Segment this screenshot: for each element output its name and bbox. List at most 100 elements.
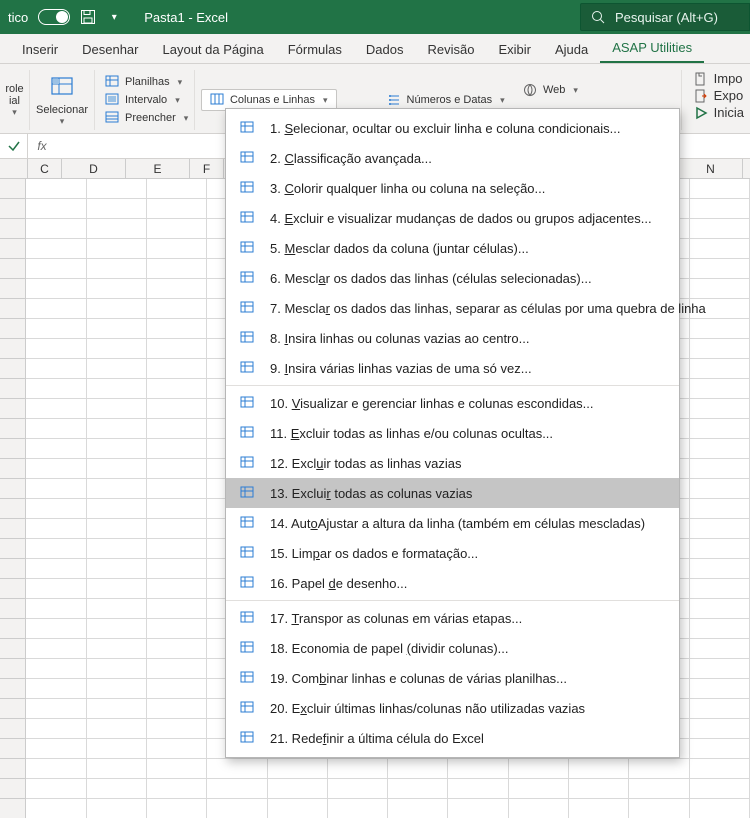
menu-item-label: 8. Insira linhas ou colunas vazias ao ce… [270,331,529,346]
menu-item-21[interactable]: 21. Redefinir a última célula do Excel [226,723,679,753]
numeros-datas-button[interactable]: Números e Datas▾ [383,91,509,109]
menu-item-label: 5. Mesclar dados da coluna (juntar célul… [270,241,529,256]
menu-item-icon [238,149,256,167]
menu-item-4[interactable]: 4. Excluir e visualizar mudanças de dado… [226,203,679,233]
select-icon [48,74,76,102]
tab-layout[interactable]: Layout da Página [151,36,276,63]
menu-item-icon [238,454,256,472]
menu-item-label: 9. Insira várias linhas vazias de uma só… [270,361,532,376]
col-head[interactable]: N [679,159,743,178]
menu-item-icon [238,669,256,687]
autosave-label: tico [8,10,28,25]
menu-item-2[interactable]: 2. Classificação avançada... [226,143,679,173]
menu-item-13[interactable]: 13. Excluir todas as colunas vazias [226,478,679,508]
menu-item-label: 3. Colorir qualquer linha ou coluna na s… [270,181,545,196]
grid-row [0,759,750,779]
menu-item-icon [238,269,256,287]
tab-dados[interactable]: Dados [354,36,416,63]
menu-item-label: 20. Excluir últimas linhas/colunas não u… [270,701,585,716]
menu-item-label: 7. Mesclar os dados das linhas, separar … [270,301,706,316]
formula-accept[interactable] [0,134,28,158]
menu-item-1[interactable]: 1. Selecionar, ocultar ou excluir linha … [226,113,679,143]
menu-item-label: 1. Selecionar, ocultar ou excluir linha … [270,121,621,136]
sheets-icon [105,75,119,89]
tab-exibir[interactable]: Exibir [486,36,543,63]
menu-item-icon [238,729,256,747]
ribbon-right-group: Impo Expo Inicia [681,70,750,130]
ribbon-group-vision[interactable]: roleial ▾ [0,70,30,130]
menu-item-7[interactable]: 7. Mesclar os dados das linhas, separar … [226,293,679,323]
tab-desenhar[interactable]: Desenhar [70,36,150,63]
menu-item-icon [238,209,256,227]
selecionar-label: Selecionar [36,104,88,116]
menu-item-8[interactable]: 8. Insira linhas ou colunas vazias ao ce… [226,323,679,353]
menu-item-10[interactable]: 10. Visualizar e gerenciar linhas e colu… [226,388,679,418]
menu-separator [226,600,679,601]
menu-item-label: 14. AutoAjustar a altura da linha (també… [270,516,645,531]
numbers-icon [387,93,401,107]
menu-item-14[interactable]: 14. AutoAjustar a altura da linha (també… [226,508,679,538]
menu-item-icon [238,514,256,532]
col-head[interactable]: F [190,159,224,178]
web-button[interactable]: Web▾ [519,81,582,99]
grid-row [0,799,750,818]
menu-item-label: 17. Transpor as colunas em várias etapas… [270,611,522,626]
menu-item-label: 19. Combinar linhas e colunas de várias … [270,671,567,686]
web-icon [523,83,537,97]
menu-item-12[interactable]: 12. Excluir todas as linhas vazias [226,448,679,478]
menu-item-icon [238,239,256,257]
search-box[interactable]: Pesquisar (Alt+G) [580,3,750,31]
menu-item-label: 2. Classificação avançada... [270,151,432,166]
import-button[interactable]: Impo [692,70,746,87]
save-icon[interactable] [80,9,96,25]
menu-item-11[interactable]: 11. Excluir todas as linhas e/ou colunas… [226,418,679,448]
col-head[interactable]: E [126,159,190,178]
menu-item-icon [238,574,256,592]
start-button[interactable]: Inicia [692,104,746,121]
fx-label[interactable]: fx [28,139,56,153]
import-icon [694,72,708,86]
menu-item-label: 21. Redefinir a última célula do Excel [270,731,484,746]
menu-item-3[interactable]: 3. Colorir qualquer linha ou coluna na s… [226,173,679,203]
tab-revisao[interactable]: Revisão [415,36,486,63]
menu-item-18[interactable]: 18. Economia de papel (dividir colunas).… [226,633,679,663]
columns-rows-icon [210,93,224,107]
menu-item-19[interactable]: 19. Combinar linhas e colunas de várias … [226,663,679,693]
menu-item-icon [238,299,256,317]
menu-item-5[interactable]: 5. Mesclar dados da coluna (juntar célul… [226,233,679,263]
play-icon [694,106,708,120]
menu-item-17[interactable]: 17. Transpor as colunas em várias etapas… [226,603,679,633]
window-title: Pasta1 - Excel [144,10,228,25]
menu-item-icon [238,119,256,137]
tab-formulas[interactable]: Fórmulas [276,36,354,63]
menu-item-icon [238,609,256,627]
menu-item-16[interactable]: 16. Papel de desenho... [226,568,679,598]
menu-item-icon [238,699,256,717]
export-button[interactable]: Expo [692,87,746,104]
menu-item-20[interactable]: 20. Excluir últimas linhas/colunas não u… [226,693,679,723]
ribbon-sheet-group: Planilhas▾ Intervalo▾ Preencher▾ [95,70,195,130]
menu-item-15[interactable]: 15. Limpar os dados e formatação... [226,538,679,568]
search-icon [591,10,605,24]
planilhas-button[interactable]: Planilhas▾ [101,73,186,91]
menu-item-6[interactable]: 6. Mesclar os dados das linhas (células … [226,263,679,293]
preencher-button[interactable]: Preencher▾ [101,109,192,127]
autosave-toggle[interactable] [38,9,70,25]
menu-item-label: 10. Visualizar e gerenciar linhas e colu… [270,396,594,411]
quick-access-dropdown[interactable]: ▾ [106,9,122,25]
menu-item-icon [238,329,256,347]
menu-item-label: 6. Mesclar os dados das linhas (células … [270,271,592,286]
menu-item-9[interactable]: 9. Insira várias linhas vazias de uma só… [226,353,679,383]
menu-item-icon [238,639,256,657]
fill-icon [105,111,119,125]
menu-item-label: 16. Papel de desenho... [270,576,407,591]
col-head[interactable]: D [62,159,126,178]
tab-inserir[interactable]: Inserir [10,36,70,63]
colunas-linhas-menu: 1. Selecionar, ocultar ou excluir linha … [225,108,680,758]
col-head[interactable]: C [28,159,62,178]
tab-asap-utilities[interactable]: ASAP Utilities [600,34,704,63]
intervalo-button[interactable]: Intervalo▾ [101,91,184,109]
tab-ajuda[interactable]: Ajuda [543,36,600,63]
ribbon-selecionar[interactable]: Selecionar ▾ [30,70,95,130]
menu-item-label: 18. Economia de papel (dividir colunas).… [270,641,509,656]
